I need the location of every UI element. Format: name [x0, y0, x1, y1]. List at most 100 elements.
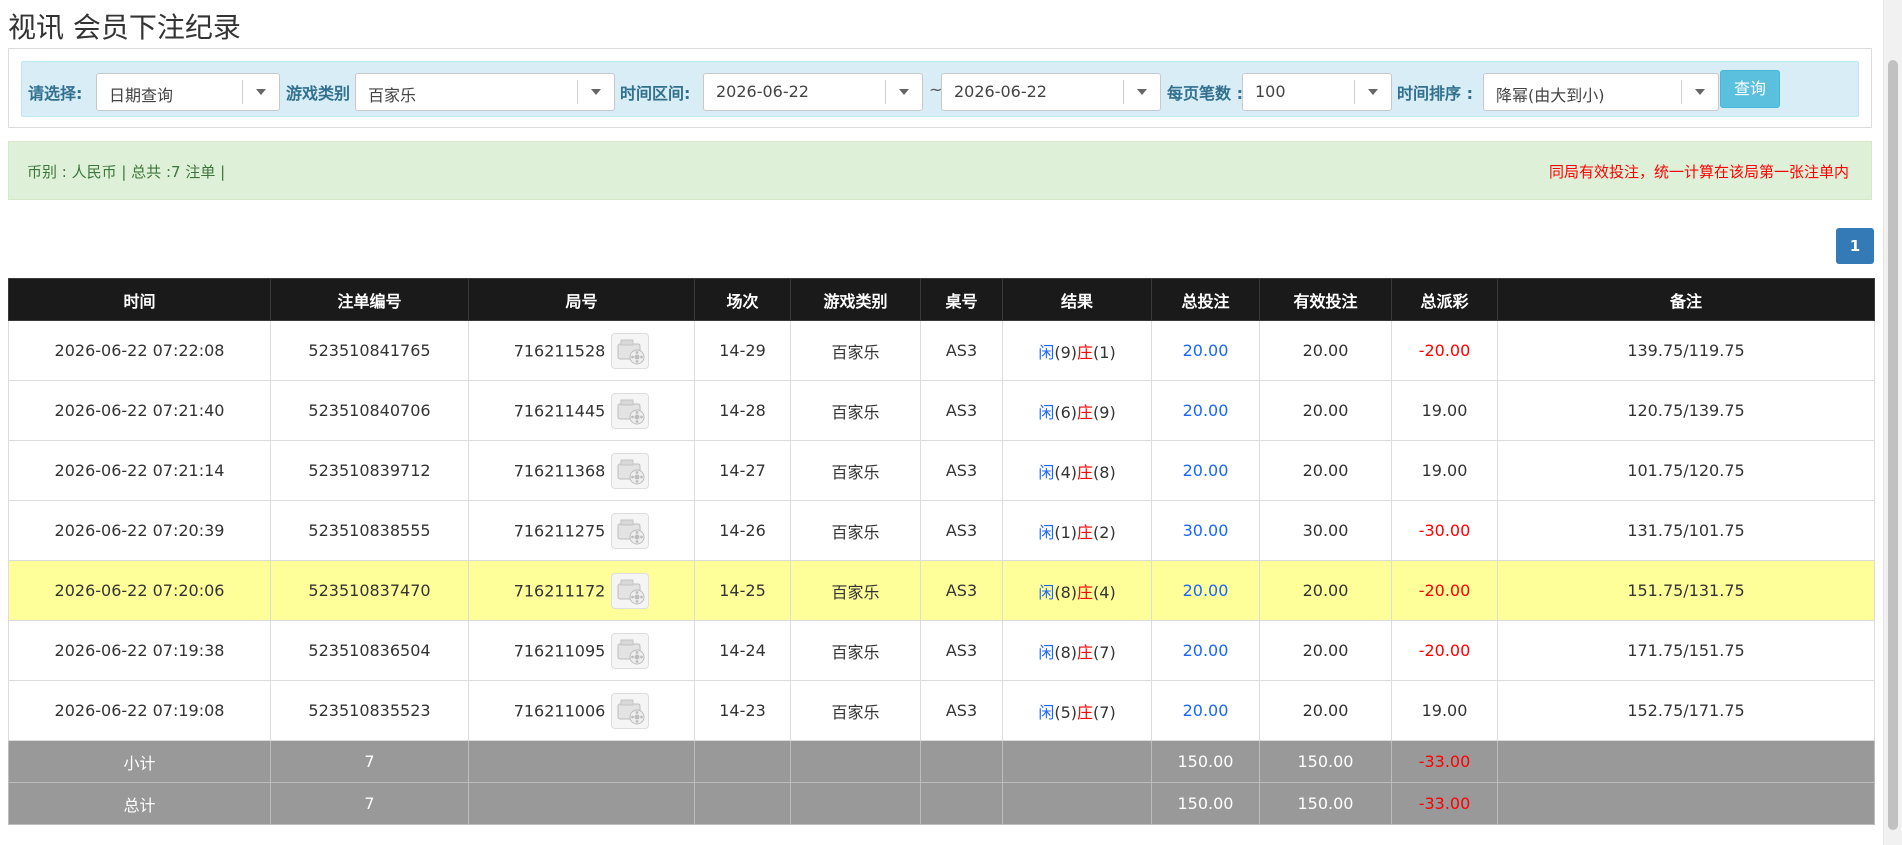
sort-select[interactable]: 降幂(由大到小) [1483, 73, 1719, 111]
video-replay-icon[interactable] [611, 632, 650, 669]
total-bet-cell: 20.00 [1151, 440, 1260, 501]
payout-cell-text: -20.00 [1418, 581, 1471, 600]
empty-cell [920, 782, 1003, 825]
note-cell-text: 151.75/131.75 [1627, 581, 1745, 600]
select-label: 请选择: [28, 84, 83, 103]
empty-cell [1002, 740, 1152, 783]
table-number-cell-text: AS3 [945, 341, 978, 360]
banker-points: (2) [1093, 522, 1116, 542]
result-cell: 闲(1)庄(2) [1002, 500, 1152, 561]
bet-time-cell: 2026-06-22 07:20:39 [8, 500, 271, 561]
date-from-select[interactable]: 2026-06-22 [703, 73, 923, 111]
player-points: (5) [1054, 702, 1077, 722]
game-type-select[interactable]: 百家乐 [355, 73, 615, 111]
valid-bet-cell: 20.00 [1259, 620, 1392, 681]
order-number-cell: 523510835523 [270, 680, 469, 741]
valid-bet-cell-text: 20.00 [1302, 461, 1349, 480]
vertical-scrollbar[interactable] [1883, 0, 1902, 845]
query-type-select[interactable]: 日期查询 [96, 73, 280, 111]
game-type-cell: 百家乐 [790, 620, 921, 681]
video-replay-icon[interactable] [611, 512, 650, 549]
valid-bet-cell: 30.00 [1259, 500, 1392, 561]
player-points: (8) [1054, 582, 1077, 602]
game-type-cell: 百家乐 [790, 380, 921, 441]
order-number-cell: 523510836504 [270, 620, 469, 681]
total-bet-cell: 20.00 [1151, 680, 1260, 741]
query-button[interactable]: 查询 [1720, 70, 1780, 108]
table-number-cell-text: AS3 [945, 641, 978, 660]
payout-cell-text: 19.00 [1421, 701, 1468, 720]
empty-cell [468, 782, 695, 825]
total-payout-cell: -33.00 [1391, 782, 1498, 825]
sort-label: 时间排序 : [1397, 84, 1473, 103]
total-bet-cell: 20.00 [1151, 560, 1260, 621]
bet-time-cell: 2026-06-22 07:21:40 [8, 380, 271, 441]
table-number-cell: AS3 [920, 560, 1003, 621]
total-bet-cell-text: 20.00 [1182, 401, 1229, 420]
game-type-label: 游戏类别 [286, 84, 351, 103]
player-label: 闲 [1038, 702, 1055, 722]
player-label: 闲 [1038, 522, 1055, 542]
per-page-label: 每页笔数 : [1167, 84, 1243, 103]
column-header: 局号 [468, 278, 695, 321]
round-number-cell: 716211368 [468, 440, 695, 501]
video-replay-icon[interactable] [611, 452, 650, 489]
empty-cell [1497, 740, 1875, 783]
video-replay-icon[interactable] [611, 392, 650, 429]
total-bet-cell-text: 20.00 [1182, 461, 1229, 480]
valid-bet-cell: 20.00 [1259, 440, 1392, 501]
subtotal-label-cell: 小计 [8, 740, 271, 783]
game-type-cell: 百家乐 [790, 680, 921, 741]
banker-label: 庄 [1077, 462, 1094, 482]
valid-bet-cell-text: 30.00 [1302, 521, 1349, 540]
payout-cell: 19.00 [1391, 440, 1498, 501]
bet-time-cell: 2026-06-22 07:21:14 [8, 440, 271, 501]
page-1-button[interactable]: 1 [1836, 228, 1874, 264]
column-header: 总派彩 [1391, 278, 1498, 321]
total-bet-cell: 20.00 [1151, 380, 1260, 441]
total-label-cell-text: 总计 [123, 795, 156, 815]
session-cell: 14-24 [694, 620, 791, 681]
empty-cell [468, 740, 695, 783]
session-cell-text: 14-28 [719, 401, 766, 420]
scrollbar-thumb[interactable] [1888, 60, 1898, 830]
video-replay-icon[interactable] [611, 572, 650, 609]
round-number-cell-text: 716211528 [513, 341, 606, 360]
column-header: 桌号 [920, 278, 1003, 321]
banker-points: (9) [1093, 402, 1116, 422]
total-payout-cell-text: -33.00 [1418, 794, 1471, 813]
round-number-cell-text: 716211095 [513, 641, 606, 660]
bet-time-cell-text: 2026-06-22 07:21:14 [54, 461, 225, 480]
total-bet-cell-text: 30.00 [1182, 521, 1229, 540]
payout-cell: -30.00 [1391, 500, 1498, 561]
table-row: 2026-06-22 07:19:08 523510835523 716211006… [8, 680, 1875, 741]
total-valid-bet-cell-text: 150.00 [1297, 794, 1354, 813]
notice-text: 同局有效投注，统一计算在该局第一张注单内 [1548, 163, 1849, 181]
game-type-cell-text: 百家乐 [831, 702, 880, 722]
per-page-select[interactable]: 100 [1242, 73, 1392, 111]
valid-bet-cell: 20.00 [1259, 680, 1392, 741]
empty-cell [1497, 782, 1875, 825]
round-number-cell-text: 716211172 [513, 581, 606, 600]
table-row: 2026-06-22 07:20:06 523510837470 716211172… [8, 560, 1875, 621]
session-cell: 14-26 [694, 500, 791, 561]
video-replay-icon[interactable] [611, 332, 650, 369]
table-number-cell: AS3 [920, 380, 1003, 441]
note-cell-text: 152.75/171.75 [1627, 701, 1745, 720]
table-number-cell: AS3 [920, 680, 1003, 741]
valid-bet-cell-text: 20.00 [1302, 641, 1349, 660]
total-bet-cell-text: 20.00 [1182, 341, 1229, 360]
game-type-cell: 百家乐 [790, 500, 921, 561]
valid-bet-cell: 20.00 [1259, 560, 1392, 621]
round-number-cell-text: 716211445 [513, 401, 606, 420]
note-cell-text: 171.75/151.75 [1627, 641, 1745, 660]
session-cell: 14-25 [694, 560, 791, 621]
session-cell: 14-29 [694, 320, 791, 381]
order-number-cell-text: 523510840706 [308, 401, 431, 420]
video-replay-icon[interactable] [611, 692, 650, 729]
banker-points: (7) [1093, 702, 1116, 722]
total-bet-cell: 20.00 [1151, 620, 1260, 681]
note-cell-text: 139.75/119.75 [1627, 341, 1745, 360]
date-to-select[interactable]: 2026-06-22 [941, 73, 1161, 111]
column-header: 结果 [1002, 278, 1152, 321]
